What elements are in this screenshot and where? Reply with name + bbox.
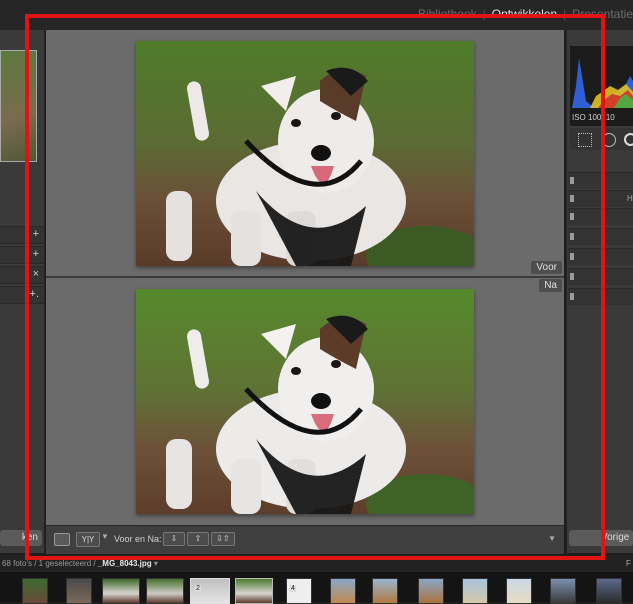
filmstrip-thumbnail[interactable]	[372, 578, 398, 604]
filmstrip-thumbnail[interactable]	[22, 578, 48, 604]
camera-info-value: 10	[605, 113, 615, 122]
filter-label[interactable]: F	[626, 559, 631, 568]
filmstrip-thumbnail[interactable]	[66, 578, 92, 604]
chevron-down-icon[interactable]: ▾	[154, 559, 158, 568]
filmstrip-thumbnail[interactable]	[596, 578, 622, 604]
filmstrip-thumbnail[interactable]	[462, 578, 488, 604]
thumbnail-number: 2	[195, 585, 201, 592]
filmstrip-thumbnail[interactable]	[146, 578, 184, 604]
current-filename[interactable]: _MG_8043.jpg	[98, 559, 152, 568]
thumbnail-number: 4	[290, 585, 296, 592]
filmstrip-thumbnail[interactable]	[330, 578, 356, 604]
status-text: 68 foto's / 1 geselecteerd / _MG_8043.jp…	[2, 559, 158, 568]
filmstrip	[0, 572, 633, 602]
filmstrip-thumbnail[interactable]	[102, 578, 140, 604]
filmstrip-thumbnail[interactable]	[550, 578, 576, 604]
right-panel-row-label: H	[627, 194, 633, 203]
filmstrip-thumbnail[interactable]	[506, 578, 532, 604]
highlight-annotation-frame	[25, 14, 605, 560]
red-eye-icon[interactable]	[624, 133, 633, 146]
photo-count: 68 foto's / 1 geselecteerd /	[2, 559, 96, 568]
filmstrip-thumbnail[interactable]	[418, 578, 444, 604]
filmstrip-thumbnail[interactable]	[235, 578, 273, 604]
